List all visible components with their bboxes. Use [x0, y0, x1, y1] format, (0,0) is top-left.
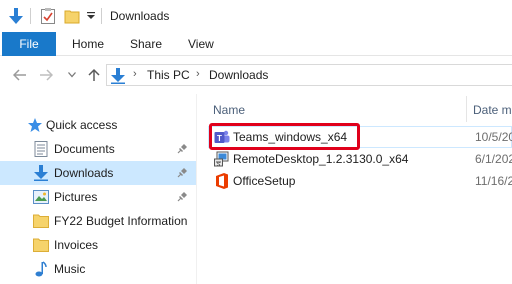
up-icon[interactable]: [86, 65, 102, 85]
file-date: 6/1/202: [475, 152, 512, 166]
folder-icon: [33, 213, 49, 229]
sidebar-item-label: Invoices: [54, 238, 99, 252]
column-header-name[interactable]: Name: [213, 100, 245, 120]
sidebar-item-documents[interactable]: Documents: [0, 137, 196, 161]
title-separator: [30, 8, 31, 24]
breadcrumb-chevron[interactable]: ›: [196, 68, 200, 80]
office-icon: [214, 173, 230, 189]
pane-divider[interactable]: [196, 94, 197, 284]
tab-share[interactable]: Share: [130, 32, 162, 56]
file-name: RemoteDesktop_1.2.3130.0_x64: [233, 152, 409, 166]
highlight-annotation: [209, 123, 360, 150]
pin-icon[interactable]: [176, 191, 188, 203]
sidebar-item-label: Downloads: [54, 166, 114, 180]
sidebar-item-quick-access[interactable]: Quick access: [0, 113, 196, 137]
ribbon-tabs: File Home Share View: [0, 32, 512, 56]
breadcrumb-chevron[interactable]: ›: [133, 68, 137, 80]
star-icon: [27, 117, 43, 133]
title-bar: Downloads: [0, 0, 512, 32]
customize-quick-access-icon[interactable]: [86, 7, 96, 25]
sidebar-item-label: Quick access: [46, 118, 118, 132]
sidebar-item-label: Pictures: [54, 190, 98, 204]
sidebar-item-downloads[interactable]: Downloads: [0, 161, 196, 185]
folder-icon: [33, 237, 49, 253]
file-name: OfficeSetup: [233, 174, 296, 188]
recent-locations-icon[interactable]: [66, 65, 78, 85]
tab-home[interactable]: Home: [72, 32, 104, 56]
window-title: Downloads: [110, 9, 170, 23]
column-header-date[interactable]: Date m: [473, 100, 512, 120]
new-folder-icon[interactable]: [64, 7, 80, 25]
breadcrumb-downloads[interactable]: Downloads: [209, 68, 268, 82]
pin-icon[interactable]: [176, 143, 188, 155]
download-icon: [33, 165, 49, 181]
column-divider[interactable]: [466, 96, 467, 122]
installer-icon: S: [214, 151, 230, 167]
back-icon[interactable]: [12, 65, 28, 85]
sidebar-item-music[interactable]: Music: [0, 257, 196, 281]
sidebar-item-label: Documents: [54, 142, 115, 156]
file-row-remotedesktop[interactable]: S RemoteDesktop_1.2.3130.0_x64 6/1/202: [208, 148, 512, 170]
download-location-icon: [110, 66, 126, 86]
forward-icon[interactable]: [38, 65, 54, 85]
sidebar-item-fy22-budget-information[interactable]: FY22 Budget Information: [0, 209, 196, 233]
down-arrow-icon[interactable]: [8, 7, 24, 25]
properties-icon[interactable]: [40, 7, 56, 25]
tab-view[interactable]: View: [188, 32, 214, 56]
sidebar-item-pictures[interactable]: Pictures: [0, 185, 196, 209]
pin-icon[interactable]: [176, 167, 188, 179]
sidebar-item-label: FY22 Budget Information: [54, 214, 188, 228]
sidebar-item-invoices[interactable]: Invoices: [0, 233, 196, 257]
sidebar-item-label: Music: [54, 262, 86, 276]
music-icon: [33, 261, 49, 277]
file-row-officesetup[interactable]: OfficeSetup 11/16/2: [208, 170, 512, 192]
file-date: 11/16/2: [475, 174, 512, 188]
pictures-icon: [33, 189, 49, 205]
file-date: 10/5/20: [475, 130, 512, 144]
tab-file[interactable]: File: [2, 32, 56, 56]
breadcrumb-this-pc[interactable]: This PC: [147, 68, 190, 82]
document-icon: [33, 141, 49, 157]
title-separator: [101, 8, 102, 24]
